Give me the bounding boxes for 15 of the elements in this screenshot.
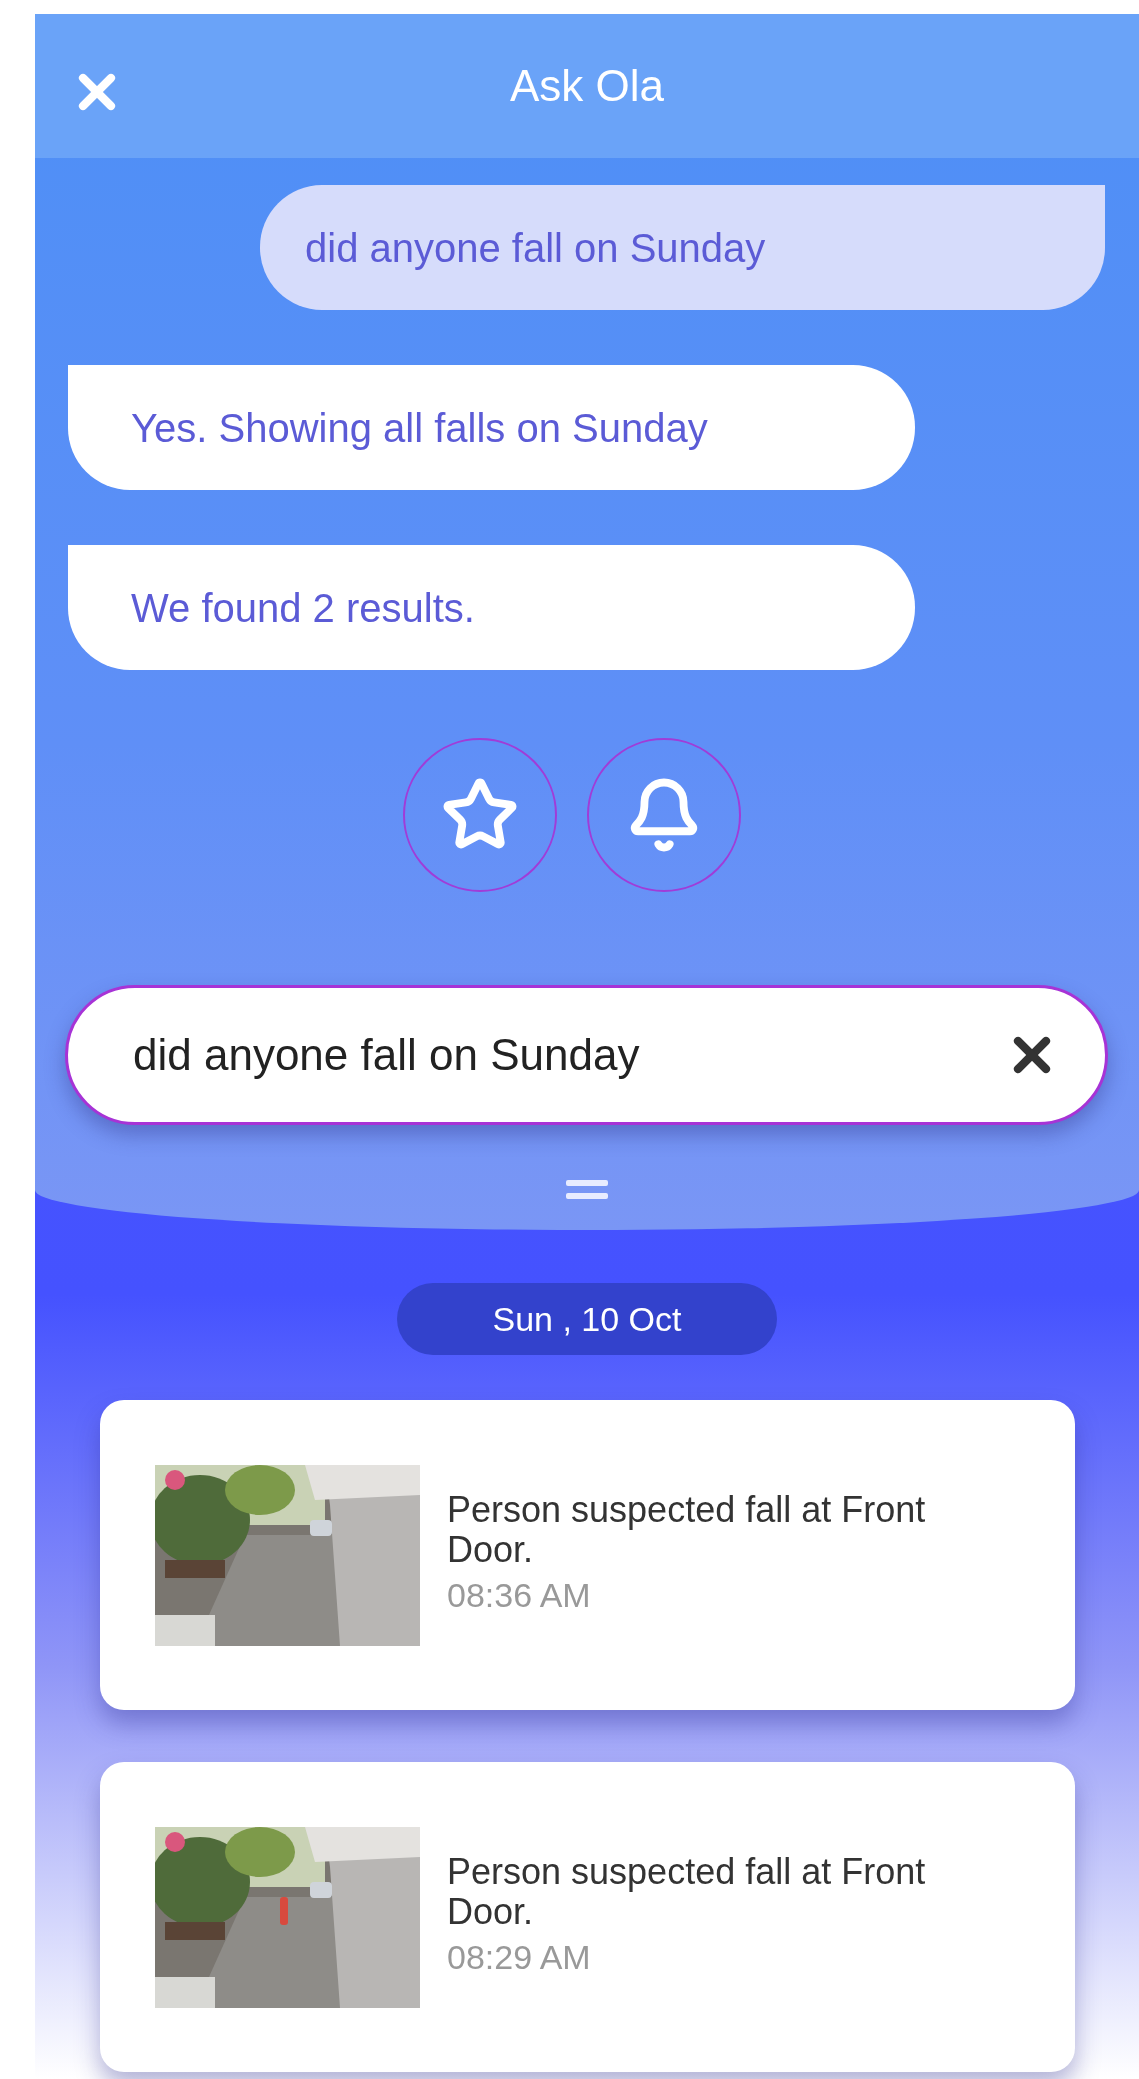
drag-handle-icon [566,1180,608,1200]
user-message: did anyone fall on Sunday [260,185,1105,310]
event-description: Person suspected fall at Front Door. [447,1490,927,1570]
event-description: Person suspected fall at Front Door. [447,1852,927,1932]
event-card[interactable]: Person suspected fall at Front Door. 08:36 AM [100,1400,1075,1710]
bot-message: Yes. Showing all falls on Sunday [68,365,915,490]
search-field[interactable]: did anyone fall on Sunday [65,985,1108,1125]
favorite-button[interactable] [403,738,557,892]
event-time: 08:36 AM [447,1575,592,1616]
bot-message: We found 2 results. [68,545,915,670]
event-time: 08:29 AM [447,1937,592,1978]
date-label: Sun , 10 Oct [397,1283,777,1355]
notification-button[interactable] [587,738,741,892]
event-card[interactable]: Person suspected fall at Front Door. 08:29 AM [100,1762,1075,2072]
screen-title: Ask Ola [509,60,664,112]
